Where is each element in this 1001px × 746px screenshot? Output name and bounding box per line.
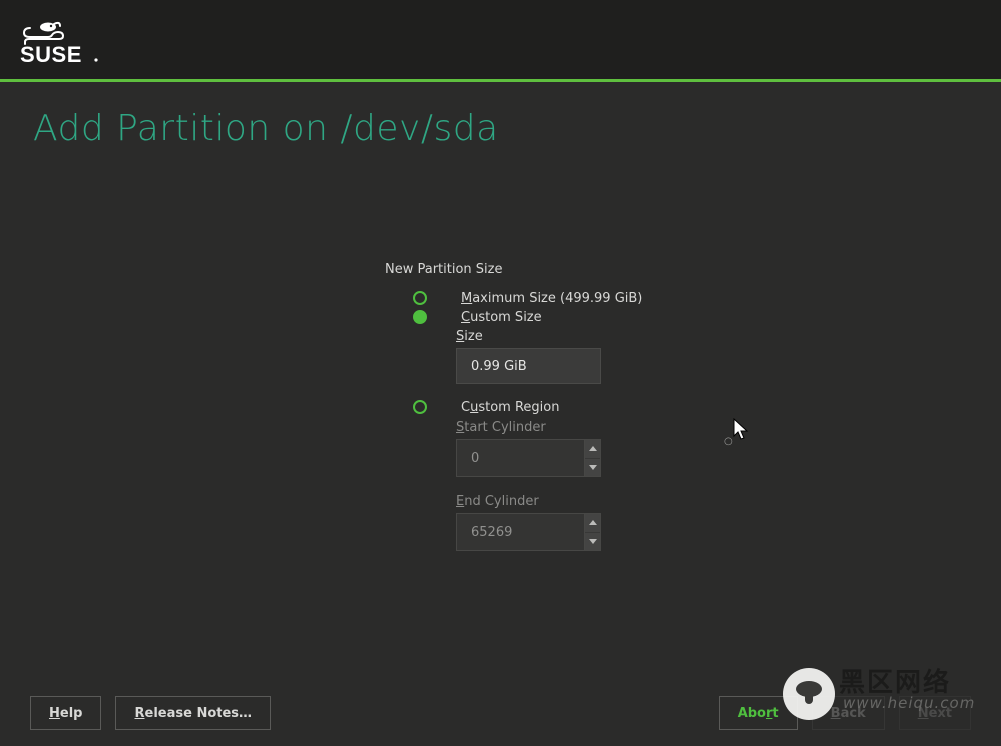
back-button[interactable]: Back [812, 696, 885, 730]
group-label-new-partition-size: New Partition Size [385, 262, 642, 277]
spin-down-button[interactable] [585, 533, 600, 551]
radio-custom-size[interactable]: Custom Size [385, 308, 642, 326]
mouse-cursor-icon [733, 418, 751, 442]
help-button[interactable]: Help [30, 696, 101, 730]
suse-logo: SUSE [20, 18, 140, 66]
end-cylinder-label: End Cylinder [456, 494, 642, 509]
app-root: SUSE Add Partition on /dev/sda New Parti… [0, 0, 1001, 746]
spin-up-button[interactable] [585, 514, 600, 533]
radio-icon [413, 400, 427, 414]
radio-label: Custom Size [461, 310, 542, 325]
chevron-down-icon [589, 465, 597, 470]
spin-down-button[interactable] [585, 459, 600, 477]
page-title: Add Partition on /dev/sda [33, 108, 499, 149]
spin-buttons [584, 440, 600, 476]
radio-custom-region[interactable]: Custom Region [385, 398, 642, 416]
release-notes-button[interactable]: Release Notes… [115, 696, 271, 730]
bottom-bar: Help Release Notes… Abort Back Next [0, 680, 1001, 746]
radio-maximum-size[interactable]: Maximum Size (499.99 GiB) [385, 289, 642, 307]
end-cylinder-input[interactable]: 65269 [456, 513, 601, 551]
radio-icon [413, 310, 427, 324]
size-input[interactable]: 0.99 GiB [456, 348, 601, 384]
start-cylinder-input[interactable]: 0 [456, 439, 601, 477]
chevron-down-icon [589, 539, 597, 544]
spin-up-button[interactable] [585, 440, 600, 459]
radio-label: Custom Region [461, 400, 559, 415]
chevron-up-icon [589, 520, 597, 525]
start-cylinder-label: Start Cylinder [456, 420, 642, 435]
radio-icon [413, 291, 427, 305]
radio-label: Maximum Size (499.99 GiB) [461, 291, 642, 306]
decorative-mark: ○ [724, 436, 733, 447]
partition-size-form: New Partition Size Maximum Size (499.99 … [385, 262, 642, 551]
header-bar: SUSE [0, 0, 1001, 82]
spin-buttons [584, 514, 600, 550]
abort-button[interactable]: Abort [719, 696, 798, 730]
next-button[interactable]: Next [899, 696, 971, 730]
size-label: Size [456, 329, 642, 344]
chevron-up-icon [589, 446, 597, 451]
svg-text:SUSE: SUSE [20, 42, 82, 66]
